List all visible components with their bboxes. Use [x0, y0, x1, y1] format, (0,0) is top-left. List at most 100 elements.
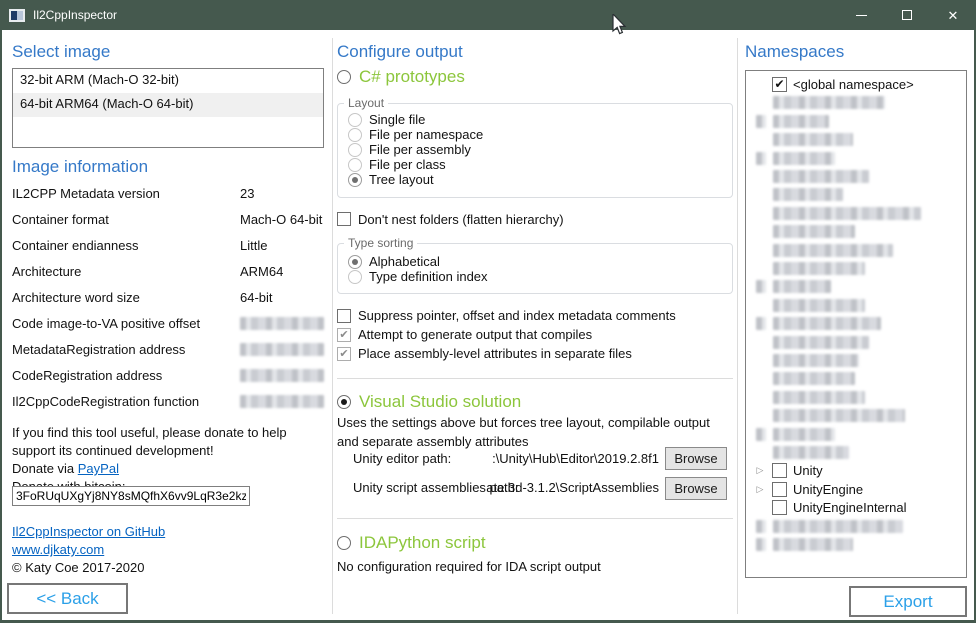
- layout-option[interactable]: Tree layout: [348, 172, 732, 187]
- expander-icon[interactable]: ▷: [754, 484, 766, 495]
- namespace-item-redacted[interactable]: [754, 94, 962, 111]
- back-button[interactable]: << Back: [7, 583, 128, 614]
- minimize-button[interactable]: [838, 0, 884, 30]
- namespace-item-redacted[interactable]: [754, 131, 962, 148]
- close-icon: ✕: [948, 9, 959, 22]
- radio-icon: [348, 158, 362, 172]
- image-information-heading: Image information: [12, 157, 148, 177]
- redacted-namespace: [773, 520, 903, 533]
- image-listbox[interactable]: 32-bit ARM (Mach-O 32-bit)64-bit ARM64 (…: [12, 68, 324, 148]
- type-sorting-option[interactable]: Alphabetical: [348, 254, 732, 269]
- image-list-item[interactable]: 32-bit ARM (Mach-O 32-bit): [13, 69, 323, 93]
- donation-line: If you find this tool useful, please don…: [12, 425, 287, 458]
- namespace-item-redacted[interactable]: [754, 168, 962, 185]
- paypal-link[interactable]: PayPal: [78, 461, 119, 476]
- checkbox-icon: ✔: [337, 347, 351, 361]
- layout-option-label: Single file: [369, 112, 425, 127]
- radio-icon: [348, 113, 362, 127]
- namespace-checkbox[interactable]: [772, 463, 787, 478]
- unity-editor-path-label: Unity editor path:: [353, 451, 451, 466]
- namespace-item-redacted[interactable]: [754, 150, 962, 167]
- namespace-item-redacted[interactable]: [754, 426, 962, 443]
- info-row: IL2CPP Metadata version23: [12, 186, 326, 212]
- radio-icon: [348, 128, 362, 142]
- layout-option[interactable]: File per class: [348, 157, 732, 172]
- maximize-button[interactable]: [884, 0, 930, 30]
- checkbox-option[interactable]: ✔Attempt to generate output that compile…: [337, 325, 676, 344]
- namespace-item-redacted[interactable]: [754, 536, 962, 553]
- layout-option-label: Tree layout: [369, 172, 434, 187]
- layout-option[interactable]: File per assembly: [348, 142, 732, 157]
- bitcoin-address-input[interactable]: [12, 486, 250, 506]
- namespace-checkbox[interactable]: [772, 482, 787, 497]
- minimize-icon: [856, 15, 867, 16]
- layout-option[interactable]: Single file: [348, 112, 732, 127]
- info-row: Code image-to-VA positive offset: [12, 316, 326, 342]
- namespace-item-redacted[interactable]: [754, 444, 962, 461]
- unity-editor-path-value[interactable]: :\Unity\Hub\Editor\2019.2.8f1: [442, 451, 659, 466]
- type-sorting-option-label: Type definition index: [369, 269, 488, 284]
- namespace-checkbox[interactable]: ✔: [772, 77, 787, 92]
- browse-assemblies-button[interactable]: Browse: [665, 477, 727, 500]
- flatten-checkbox[interactable]: Don't nest folders (flatten hierarchy): [337, 211, 564, 227]
- namespace-item-redacted[interactable]: [754, 205, 962, 222]
- radio-icon: [337, 395, 351, 409]
- github-link[interactable]: Il2CppInspector on GitHub: [12, 524, 165, 539]
- image-list-item[interactable]: 64-bit ARM64 (Mach-O 64-bit): [13, 93, 323, 117]
- checkbox-option[interactable]: Suppress pointer, offset and index metad…: [337, 306, 676, 325]
- namespace-item-redacted[interactable]: [754, 186, 962, 203]
- visual-studio-description: Uses the settings above but forces tree …: [337, 413, 727, 451]
- redacted-namespace: [773, 354, 859, 367]
- namespace-item-redacted[interactable]: [754, 297, 962, 314]
- namespace-item-redacted[interactable]: [754, 113, 962, 130]
- radio-icon: [348, 173, 362, 187]
- namespace-item[interactable]: ▷Unity: [754, 462, 962, 479]
- copyright-text: © Katy Coe 2017-2020: [12, 560, 144, 575]
- namespace-label: UnityEngineInternal: [793, 500, 906, 515]
- info-value: 64-bit: [240, 290, 273, 305]
- namespace-item-redacted[interactable]: [754, 223, 962, 240]
- idapython-radio[interactable]: IDAPython script: [337, 533, 486, 553]
- namespace-item-redacted[interactable]: [754, 278, 962, 295]
- mouse-cursor: [612, 14, 627, 36]
- layout-option[interactable]: File per namespace: [348, 127, 732, 142]
- close-button[interactable]: ✕: [930, 0, 976, 30]
- namespace-item[interactable]: ▷UnityEngine: [754, 481, 962, 498]
- app-window: Il2CppInspector ✕ Select image 32-bit AR…: [0, 0, 976, 623]
- export-button[interactable]: Export: [849, 586, 967, 617]
- expander-icon[interactable]: ▷: [754, 465, 766, 476]
- info-row: Container endiannessLittle: [12, 238, 326, 264]
- titlebar: Il2CppInspector ✕: [0, 0, 976, 30]
- namespace-item-redacted[interactable]: [754, 315, 962, 332]
- info-row: MetadataRegistration address: [12, 342, 326, 368]
- info-label: Container format: [12, 212, 109, 227]
- namespaces-listbox[interactable]: ✔<global namespace> ▷Unity ▷UnityEngine Uni…: [745, 70, 967, 578]
- browse-editor-button[interactable]: Browse: [665, 447, 727, 470]
- namespace-item-redacted[interactable]: [754, 370, 962, 387]
- namespace-item-redacted[interactable]: [754, 389, 962, 406]
- namespace-item-redacted[interactable]: [754, 334, 962, 351]
- type-sorting-option[interactable]: Type definition index: [348, 269, 732, 284]
- radio-icon: [337, 70, 351, 84]
- visual-studio-radio[interactable]: Visual Studio solution: [337, 392, 521, 412]
- flatten-checkbox-label: Don't nest folders (flatten hierarchy): [358, 212, 564, 227]
- unity-assemblies-path-value[interactable]: ate.3d-3.1.2\ScriptAssemblies: [442, 480, 659, 495]
- website-link[interactable]: www.djkaty.com: [12, 542, 104, 557]
- namespace-item-redacted[interactable]: [754, 407, 962, 424]
- namespace-item[interactable]: UnityEngineInternal: [754, 499, 962, 516]
- layout-option-label: File per assembly: [369, 142, 471, 157]
- namespaces-heading: Namespaces: [745, 42, 844, 62]
- namespace-checkbox[interactable]: [772, 500, 787, 515]
- checkbox-option[interactable]: ✔Place assembly-level attributes in sepa…: [337, 344, 676, 363]
- info-value: Little: [240, 238, 267, 253]
- info-row: Il2CppCodeRegistration function: [12, 394, 326, 420]
- checkbox-icon: [337, 309, 351, 323]
- namespace-item[interactable]: ✔<global namespace>: [754, 76, 962, 93]
- namespace-item-redacted[interactable]: [754, 260, 962, 277]
- redacted-expander: [756, 152, 766, 165]
- namespace-item-redacted[interactable]: [754, 518, 962, 535]
- namespace-item-redacted[interactable]: [754, 352, 962, 369]
- csharp-prototypes-radio[interactable]: C# prototypes: [337, 67, 465, 87]
- namespace-item-redacted[interactable]: [754, 242, 962, 259]
- info-row: CodeRegistration address: [12, 368, 326, 394]
